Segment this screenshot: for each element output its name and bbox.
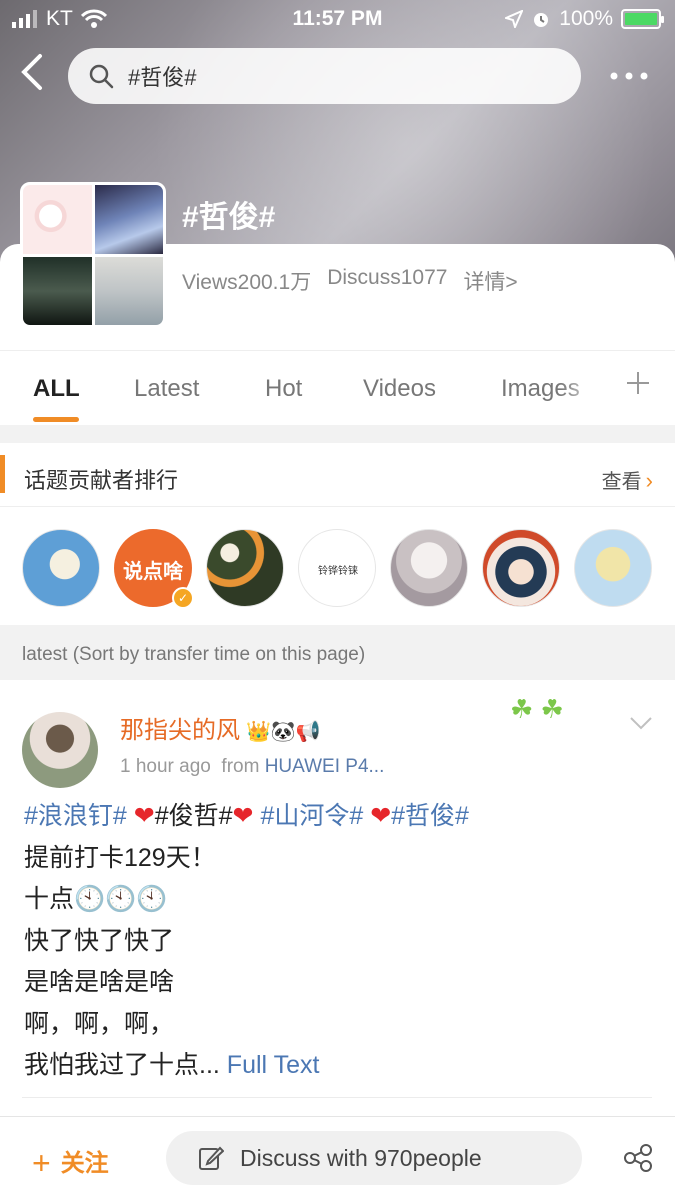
contributor-ranking: 话题贡献者排行 查看 › 说点啥 ✓ 铃铧铃铼 bbox=[0, 443, 675, 625]
plus-icon: + bbox=[32, 1145, 51, 1181]
post-tags-line: #浪浪钉# ❤#俊哲#❤ #山河令# ❤#哲俊# bbox=[24, 796, 654, 838]
view-ranking-link[interactable]: 查看 › bbox=[602, 465, 653, 494]
top-bar: #哲俊# bbox=[0, 46, 675, 106]
post-device[interactable]: HUAWEI P4... bbox=[265, 756, 385, 777]
search-input[interactable]: #哲俊# bbox=[68, 48, 581, 104]
clover-decoration-icon: ☘ ☘ bbox=[510, 694, 564, 724]
hashtag-link[interactable]: #山河令# bbox=[260, 802, 363, 830]
post-line: 快了快了快了 bbox=[24, 926, 175, 955]
contributor-avatar[interactable] bbox=[390, 529, 468, 607]
alarm-icon bbox=[534, 13, 549, 27]
tab-all[interactable]: ALL bbox=[33, 375, 80, 403]
chevron-left-icon bbox=[21, 54, 42, 90]
author-avatar[interactable] bbox=[22, 712, 98, 788]
heart-icon: ❤ bbox=[133, 802, 155, 830]
follow-button[interactable]: + 关注 bbox=[32, 1143, 109, 1182]
topic-title: #哲俊# bbox=[182, 201, 276, 234]
clock-emoji-icons: 🕙🕙🕙 bbox=[74, 885, 168, 913]
active-tab-indicator bbox=[33, 417, 79, 422]
add-tab-button[interactable] bbox=[625, 367, 651, 404]
contributor-avatar[interactable]: 铃铧铃铼 bbox=[298, 529, 376, 607]
bottom-action-bar: + 关注 Discuss with 970people bbox=[0, 1116, 675, 1200]
contributor-avatar[interactable] bbox=[206, 529, 284, 607]
post-time: 1 hour ago bbox=[120, 756, 211, 777]
contributor-ranking-title: 话题贡献者排行 bbox=[24, 468, 179, 493]
share-icon bbox=[624, 1144, 652, 1172]
post-meta: 1 hour ago from HUAWEI P4... bbox=[120, 756, 385, 777]
plus-icon bbox=[627, 372, 649, 394]
hashtag-link[interactable]: #哲俊# bbox=[391, 802, 469, 830]
back-button[interactable] bbox=[18, 52, 58, 100]
contributor-ranking-header: 话题贡献者排行 查看 › bbox=[0, 443, 675, 507]
share-button[interactable] bbox=[623, 1143, 653, 1178]
author-emoji-badges: 👑🐼📢 bbox=[246, 721, 321, 743]
post-line: 啊，啊，啊， bbox=[24, 1009, 175, 1038]
post-line: 提前打卡129天！ bbox=[24, 843, 216, 872]
topic-stats: Views200.1万 Discuss1077 详情> bbox=[182, 266, 518, 296]
hashtag-link[interactable]: #浪浪钉# bbox=[24, 802, 127, 830]
contributor-avatar[interactable] bbox=[482, 529, 560, 607]
details-link[interactable]: 详情> bbox=[463, 266, 517, 296]
post-options-button[interactable] bbox=[629, 710, 653, 736]
more-menu-button[interactable] bbox=[609, 62, 649, 82]
full-text-link[interactable]: Full Text bbox=[227, 1051, 320, 1079]
search-icon bbox=[89, 64, 114, 89]
topic-cover-image[interactable] bbox=[20, 182, 166, 328]
contributor-avatars: 说点啥 ✓ 铃铧铃铼 bbox=[22, 529, 652, 609]
post-line: 十点🕙🕙🕙 bbox=[24, 885, 168, 913]
discuss-button[interactable]: Discuss with 970people bbox=[166, 1131, 582, 1185]
contributor-avatar[interactable] bbox=[574, 529, 652, 607]
tab-bar: ALL Latest Hot Videos Images bbox=[0, 350, 675, 425]
battery-percent: 100% bbox=[559, 7, 613, 30]
heart-icon: ❤ bbox=[370, 802, 392, 830]
chevron-down-icon bbox=[630, 717, 652, 730]
tab-latest[interactable]: Latest bbox=[134, 375, 199, 403]
edit-icon bbox=[199, 1146, 224, 1170]
sort-note: latest (Sort by transfer time on this pa… bbox=[22, 644, 366, 665]
views-count: Views200.1万 bbox=[182, 271, 312, 294]
heart-icon: ❤ bbox=[232, 802, 254, 830]
tab-videos[interactable]: Videos bbox=[363, 375, 436, 403]
verified-badge-icon: ✓ bbox=[172, 587, 194, 609]
post-line: 是啥是啥是啥 bbox=[24, 968, 175, 996]
search-query: #哲俊# bbox=[128, 65, 197, 90]
author-name[interactable]: 那指尖的风 👑🐼📢 bbox=[120, 710, 321, 745]
more-dots-icon bbox=[610, 72, 648, 80]
location-icon bbox=[505, 10, 524, 28]
hashtag-text: #俊哲# bbox=[154, 802, 233, 830]
status-bar: KT 11:57 PM 100% bbox=[0, 0, 675, 38]
tab-hot[interactable]: Hot bbox=[265, 375, 302, 403]
post-text: #浪浪钉# ❤#俊哲#❤ #山河令# ❤#哲俊# 提前打卡129天！ 十点🕙🕙🕙… bbox=[24, 796, 654, 1087]
contributor-avatar[interactable] bbox=[22, 529, 100, 607]
contributor-avatar[interactable]: 说点啥 ✓ bbox=[114, 529, 194, 609]
chevron-right-icon: › bbox=[645, 468, 653, 493]
post-line: 我怕我过了十点... Full Text bbox=[24, 1051, 320, 1079]
post-card[interactable]: 那指尖的风 👑🐼📢 1 hour ago from HUAWEI P4... ☘ … bbox=[0, 680, 675, 1116]
battery-icon bbox=[621, 9, 664, 29]
discuss-count: Discuss1077 bbox=[327, 266, 448, 289]
